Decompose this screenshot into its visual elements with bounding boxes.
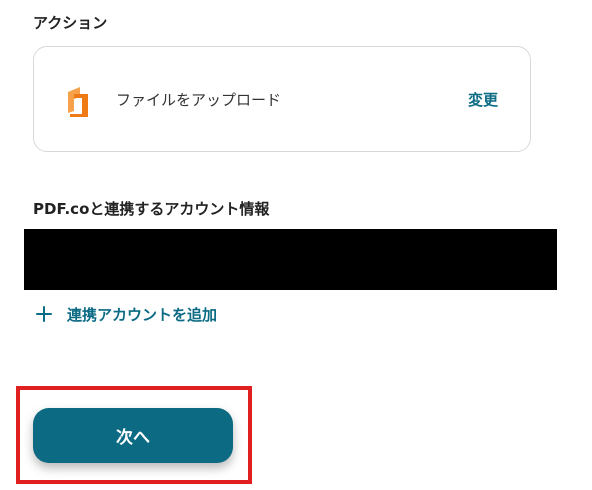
action-label: ファイルをアップロード: [116, 91, 282, 109]
account-select-redacted[interactable]: [24, 229, 557, 290]
page: アクション ファイルをアップロード 変更 PDF.coと連携するアカウント情報 …: [0, 0, 592, 490]
next-button[interactable]: 次へ: [33, 408, 233, 463]
add-account-label: 連携アカウントを追加: [67, 305, 218, 324]
action-card: ファイルをアップロード 変更: [33, 46, 531, 152]
action-section-title: アクション: [33, 14, 108, 32]
change-action-link[interactable]: 変更: [468, 89, 498, 110]
add-account-button[interactable]: 連携アカウントを追加: [35, 301, 217, 327]
plus-icon: [35, 305, 53, 323]
account-section-title: PDF.coと連携するアカウント情報: [33, 200, 270, 218]
pdfco-logo-icon: [65, 85, 91, 119]
